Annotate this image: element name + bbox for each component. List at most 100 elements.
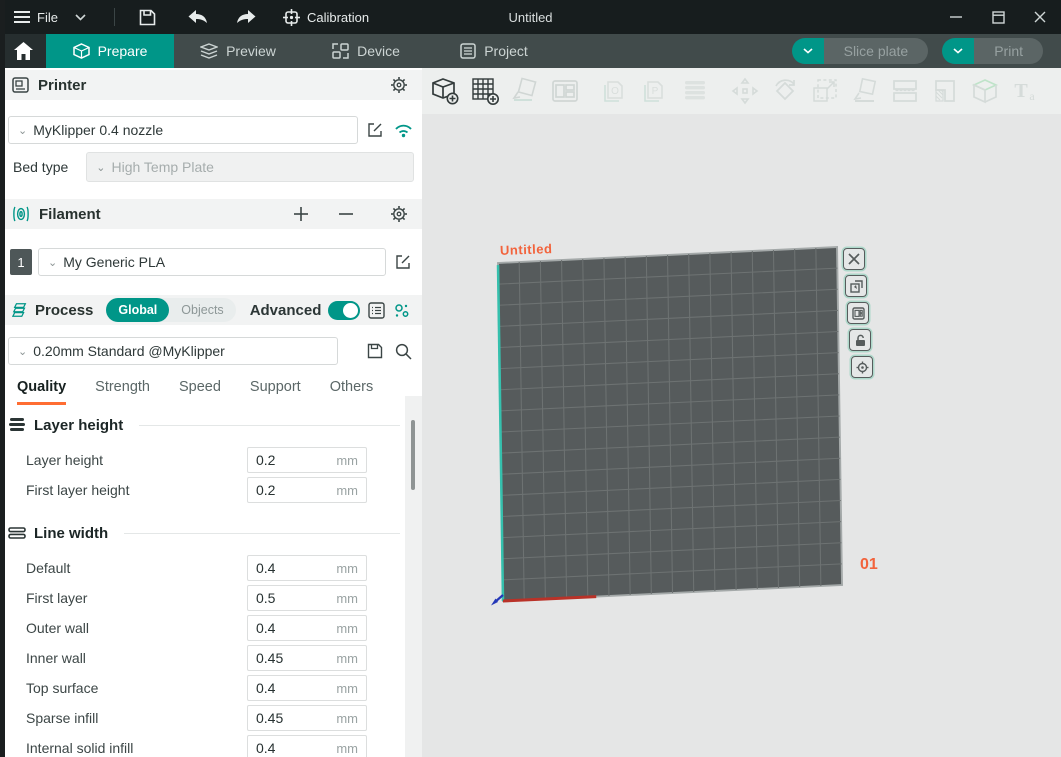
param-input-box: mm: [247, 705, 367, 731]
maximize-icon: [992, 11, 1005, 24]
slice-plate-button[interactable]: Slice plate: [792, 38, 929, 64]
group-layer-height: Layer height: [0, 409, 422, 441]
param-input-box: mm: [247, 615, 367, 641]
advanced-label: Advanced: [250, 302, 322, 319]
tabbar-spacer: [558, 34, 792, 68]
tab-preview-label: Preview: [226, 43, 276, 59]
first-layer-height-input[interactable]: [248, 482, 320, 498]
layer-height-input[interactable]: [248, 452, 320, 468]
save-icon: [139, 9, 156, 26]
process-preset-select[interactable]: ⌄ 0.20mm Standard @MyKlipper: [8, 337, 338, 365]
delete-plate-button[interactable]: [843, 248, 865, 270]
group-divider: [139, 425, 400, 426]
process-preset-value: 0.20mm Standard @MyKlipper: [33, 343, 225, 359]
filament-section-header: Filament: [0, 199, 422, 229]
lock-plate-button[interactable]: [849, 329, 871, 351]
param-row: Top surface mm: [0, 673, 422, 703]
unit-label: mm: [336, 711, 366, 726]
minimize-button[interactable]: [935, 0, 977, 34]
print-options-dropdown[interactable]: [942, 38, 974, 64]
scrollbar-thumb[interactable]: [411, 420, 415, 490]
line-width-outer-wall-input[interactable]: [248, 620, 320, 636]
close-icon: [848, 253, 860, 265]
process-icon: [12, 302, 28, 318]
print-button[interactable]: Print: [942, 38, 1043, 64]
tab-preview[interactable]: Preview: [174, 34, 302, 68]
printer-connection-button[interactable]: [392, 119, 414, 141]
line-width-top-surface-input[interactable]: [248, 680, 320, 696]
chevron-down-icon: ⌄: [96, 161, 105, 174]
parameter-table-button[interactable]: [367, 299, 385, 321]
title-bar: File Calibration Untitled: [0, 0, 1061, 34]
line-width-internal-solid-infill-input[interactable]: [248, 740, 320, 756]
build-plate[interactable]: [422, 68, 1061, 757]
tab-device[interactable]: Device: [302, 34, 430, 68]
viewport-3d[interactable]: O P: [422, 68, 1061, 757]
process-section-header: Process Global Objects Advanced: [0, 295, 422, 325]
scope-global-button[interactable]: Global: [106, 298, 169, 322]
edit-filament-button[interactable]: [392, 251, 414, 273]
add-filament-button[interactable]: [290, 203, 312, 225]
tab-others[interactable]: Others: [330, 379, 374, 405]
tab-quality[interactable]: Quality: [17, 379, 66, 405]
plate-layout-button[interactable]: [847, 302, 869, 324]
plate-name-label[interactable]: Untitled: [500, 241, 553, 258]
param-label: Layer height: [26, 452, 103, 468]
unit-label: mm: [336, 651, 366, 666]
file-menu-dropdown[interactable]: [68, 5, 94, 29]
line-width-default-input[interactable]: [248, 560, 320, 576]
gear-icon: [390, 76, 408, 94]
chevron-down-icon: ⌄: [48, 256, 57, 269]
undo-button[interactable]: [185, 5, 211, 29]
list-icon: [368, 302, 385, 319]
printer-preset-select[interactable]: ⌄ MyKlipper 0.4 nozzle: [8, 116, 358, 144]
save-button[interactable]: [135, 5, 161, 29]
parameter-wizard-button[interactable]: [392, 299, 410, 321]
tab-project[interactable]: Project: [430, 34, 558, 68]
save-icon: [367, 343, 383, 359]
edit-printer-button[interactable]: [364, 119, 386, 141]
project-icon: [460, 43, 476, 59]
param-label: First layer: [26, 590, 87, 606]
parameter-tabs: Quality Strength Speed Support Others: [0, 365, 422, 405]
tab-device-label: Device: [357, 43, 400, 59]
window-title: Untitled: [508, 10, 552, 25]
line-width-sparse-infill-input[interactable]: [248, 710, 320, 726]
printer-settings-button[interactable]: [388, 74, 410, 96]
slice-options-dropdown[interactable]: [792, 38, 824, 64]
tab-support[interactable]: Support: [250, 379, 301, 405]
bed-type-select[interactable]: ⌄ High Temp Plate: [86, 152, 414, 182]
file-menu[interactable]: File: [14, 10, 58, 25]
gears-sparkle-icon: [393, 302, 410, 319]
unlock-icon: [854, 334, 867, 347]
filament-preset-select[interactable]: ⌄ My Generic PLA: [38, 248, 386, 276]
slice-plate-label: Slice plate: [824, 38, 929, 64]
parameter-list: Layer height Layer height mm First layer…: [0, 409, 422, 757]
advanced-toggle[interactable]: [328, 301, 360, 320]
param-row: Internal solid infill mm: [0, 733, 422, 757]
remove-filament-button[interactable]: [335, 203, 357, 225]
param-label: Internal solid infill: [26, 740, 133, 756]
scope-objects-button[interactable]: Objects: [169, 298, 235, 322]
search-settings-button[interactable]: [392, 340, 414, 362]
file-menu-label: File: [37, 10, 58, 25]
calibration-button[interactable]: Calibration: [283, 9, 369, 26]
line-width-inner-wall-input[interactable]: [248, 650, 320, 666]
chevron-down-icon: [803, 48, 813, 54]
line-width-first-layer-input[interactable]: [248, 590, 320, 606]
sidebar-scrollbar[interactable]: [405, 396, 422, 757]
calibration-label: Calibration: [307, 10, 369, 25]
tab-prepare[interactable]: Prepare: [46, 34, 174, 68]
prepare-icon: [73, 43, 90, 59]
tab-speed[interactable]: Speed: [179, 379, 221, 405]
home-button[interactable]: [0, 34, 46, 68]
close-button[interactable]: [1019, 0, 1061, 34]
arrange-plate-button[interactable]: [845, 275, 867, 297]
tab-strength[interactable]: Strength: [95, 379, 150, 405]
filament-settings-button[interactable]: [388, 203, 410, 225]
save-preset-button[interactable]: [364, 340, 386, 362]
redo-button[interactable]: [233, 5, 259, 29]
plate-settings-button[interactable]: [851, 356, 873, 378]
unit-label: mm: [336, 483, 366, 498]
maximize-button[interactable]: [977, 0, 1019, 34]
